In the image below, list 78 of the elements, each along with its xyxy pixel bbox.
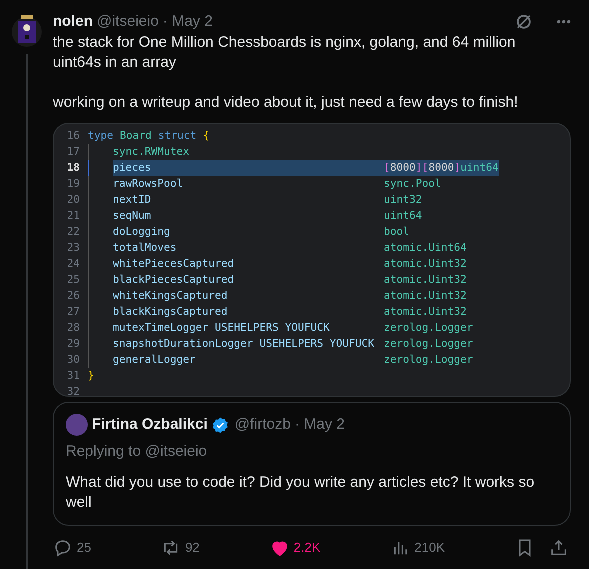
author-name[interactable]: nolen xyxy=(53,10,93,34)
repost-button[interactable]: 92 xyxy=(161,538,200,558)
code-token: bool xyxy=(384,225,410,240)
line-number: 16 xyxy=(66,129,81,144)
code-field: doLogging xyxy=(113,224,384,240)
post-text: working on a writeup and video about it, just need a few days to finish! xyxy=(53,93,520,113)
line-number: 28 xyxy=(66,321,81,336)
code-token: Board xyxy=(120,129,152,144)
code-token: 8000 xyxy=(390,161,416,176)
line-number: 17 xyxy=(66,145,81,160)
code-token: struct xyxy=(158,129,197,144)
line-number: 31 xyxy=(66,369,81,384)
code-token: } xyxy=(88,369,94,384)
line-number: 29 xyxy=(66,337,81,352)
code-token: 8000 xyxy=(428,161,454,176)
quoted-post[interactable]: Firtina Ozbalikci @firtozb · May 2 Replying to @itseieio What did you use to code it? Did you write any articles etc? It works so well xyxy=(53,402,571,526)
line-number: 21 xyxy=(66,209,81,224)
line-number: 25 xyxy=(66,273,81,288)
code-token: zerolog.Logger xyxy=(384,321,474,336)
quoted-post-text: What did you use to code it? Did you write any articles etc? It works so well xyxy=(66,473,536,513)
line-number: 32 xyxy=(66,385,81,396)
author-handle[interactable]: @itseieio xyxy=(97,10,159,34)
code-field: snapshotDurationLogger_USEHELPERS_YOUFUCK xyxy=(113,336,384,352)
code-field: seqNum xyxy=(113,208,384,224)
code-field: whiteKingsCaptured xyxy=(113,288,384,304)
code-token: uint64 xyxy=(384,209,422,224)
code-field: blackPiecesCaptured xyxy=(113,272,384,288)
line-number: 27 xyxy=(66,305,81,320)
line-number: 23 xyxy=(66,241,81,256)
line-number: 20 xyxy=(66,193,81,208)
post-date: · May 2 xyxy=(294,415,345,435)
reply-icon xyxy=(53,538,73,558)
like-button[interactable]: 2.2K xyxy=(270,538,321,558)
replying-to-text: Replying to @itseieio xyxy=(66,442,208,462)
line-number: 30 xyxy=(66,353,81,368)
slashed-circle-icon[interactable] xyxy=(515,13,533,31)
code-field: nextID xyxy=(113,192,384,208)
code-field: rawRowsPool xyxy=(113,176,384,192)
code-token: ] xyxy=(454,161,461,176)
avatar[interactable] xyxy=(12,12,42,50)
avatar xyxy=(66,414,88,436)
code-field: sync.RWMutex xyxy=(113,144,384,160)
code-token: [ xyxy=(384,161,390,176)
code-token: uint32 xyxy=(384,193,422,208)
code-token: type xyxy=(88,129,114,144)
code-field: pieces xyxy=(113,160,384,176)
code-token: atomic.Uint32 xyxy=(384,289,467,304)
code-token: sync.Pool xyxy=(384,177,442,192)
code-token: atomic.Uint64 xyxy=(384,241,467,256)
code-field: totalMoves xyxy=(113,240,384,256)
more-icon[interactable] xyxy=(557,20,571,24)
views-button[interactable]: 210K xyxy=(390,538,446,558)
code-field: generalLogger xyxy=(113,352,384,368)
line-number: 18 xyxy=(66,161,81,176)
code-token: uint64 xyxy=(460,161,499,176)
code-token: { xyxy=(203,129,210,144)
code-field: mutexTimeLogger_USEHELPERS_YOUFUCK xyxy=(113,320,384,336)
code-token: ] xyxy=(416,161,422,176)
share-button[interactable] xyxy=(549,538,569,558)
author-name: Firtina Ozbalikci xyxy=(92,415,208,435)
author-handle: @firtozb xyxy=(234,415,291,435)
line-number: 26 xyxy=(66,289,81,304)
reply-button[interactable]: 25 xyxy=(53,538,92,558)
code-token: [ xyxy=(422,161,429,176)
post-text: the stack for One Million Chessboards is nginx, golang, and 64 million uint64s in an array xyxy=(53,33,517,73)
line-number: 22 xyxy=(66,225,81,240)
code-field: whitePiecesCaptured xyxy=(113,256,384,272)
code-token: atomic.Uint32 xyxy=(384,273,467,288)
code-token: atomic.Uint32 xyxy=(384,305,467,320)
code-token: zerolog.Logger xyxy=(384,353,474,368)
code-field: blackKingsCaptured xyxy=(113,304,384,320)
code-token: zerolog.Logger xyxy=(384,337,474,352)
share-icon xyxy=(549,538,569,558)
post-date[interactable]: · May 2 xyxy=(162,10,213,34)
line-number: 19 xyxy=(66,177,81,192)
code-screenshot[interactable] xyxy=(53,123,571,397)
code-token: atomic.Uint32 xyxy=(384,257,467,272)
line-number: 24 xyxy=(66,257,81,272)
